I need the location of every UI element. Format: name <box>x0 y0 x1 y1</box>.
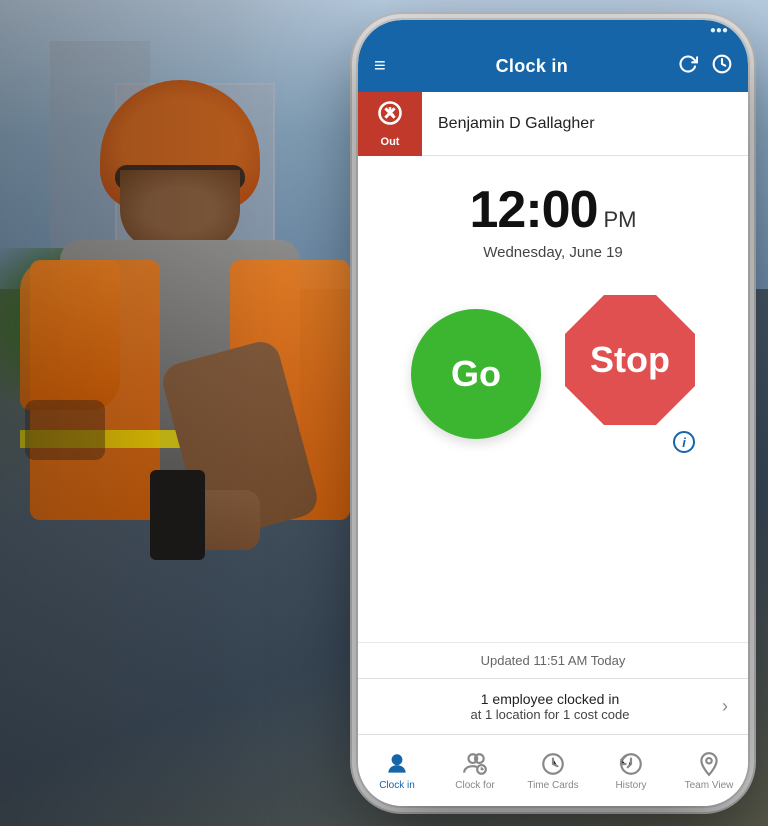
time-cards-tab-icon <box>540 751 566 777</box>
employee-summary-line2: at 1 location for 1 cost code <box>378 707 722 722</box>
user-bar: Out Benjamin D Gallagher <box>358 92 748 156</box>
phone-device: ●●● ≡ Clock in <box>358 20 748 806</box>
tab-history[interactable]: History <box>592 735 670 806</box>
tab-clock-in-label: Clock in <box>379 780 415 791</box>
employee-summary[interactable]: 1 employee clocked in at 1 location for … <box>358 678 748 734</box>
refresh-icon[interactable] <box>678 54 698 79</box>
date-display: Wednesday, June 19 <box>470 244 637 261</box>
nav-bar: ≡ Clock in <box>358 40 748 92</box>
out-label: Out <box>381 136 400 148</box>
tab-team-view[interactable]: Team View <box>670 735 748 806</box>
user-status-icon[interactable]: Out <box>358 92 422 156</box>
clock-out-icon <box>376 99 404 134</box>
user-name: Benjamin D Gallagher <box>422 115 611 133</box>
phone-screen: ●●● ≡ Clock in <box>358 20 748 806</box>
team-view-tab-icon <box>696 751 722 777</box>
stop-button[interactable]: Stop <box>565 295 695 425</box>
updated-bar: Updated 11:51 AM Today <box>358 642 748 678</box>
chevron-right-icon: › <box>722 696 728 717</box>
tab-history-label: History <box>615 780 646 791</box>
time-ampm: PM <box>604 207 637 233</box>
tab-bar: Clock in Clock for <box>358 734 748 806</box>
phone-shell: ●●● ≡ Clock in <box>358 20 748 806</box>
clock-for-tab-icon <box>462 751 488 777</box>
info-icon[interactable]: i <box>673 431 695 453</box>
time-section: 12:00 PM Wednesday, June 19 <box>470 156 637 271</box>
go-button[interactable]: Go <box>411 309 541 439</box>
nav-icons <box>678 54 732 79</box>
tab-team-view-label: Team View <box>685 780 734 791</box>
employee-summary-line1: 1 employee clocked in <box>378 691 722 707</box>
tab-clock-for[interactable]: Clock for <box>436 735 514 806</box>
menu-icon[interactable]: ≡ <box>374 55 386 78</box>
tab-time-cards-label: Time Cards <box>527 780 578 791</box>
main-content: 12:00 PM Wednesday, June 19 Go Stop i <box>358 156 748 734</box>
time-digits: 12:00 <box>470 180 598 240</box>
tab-clock-for-label: Clock for <box>455 780 494 791</box>
history-tab-icon <box>618 751 644 777</box>
status-bar: ●●● <box>358 20 748 40</box>
action-buttons: Go Stop i <box>411 271 695 473</box>
tab-time-cards[interactable]: Time Cards <box>514 735 592 806</box>
employee-summary-text: 1 employee clocked in at 1 location for … <box>378 691 722 722</box>
tab-clock-in[interactable]: Clock in <box>358 735 436 806</box>
time-display: 12:00 PM <box>470 180 637 240</box>
nav-title: Clock in <box>480 40 584 92</box>
clock-in-tab-icon <box>384 751 410 777</box>
settings-icon[interactable] <box>712 54 732 79</box>
